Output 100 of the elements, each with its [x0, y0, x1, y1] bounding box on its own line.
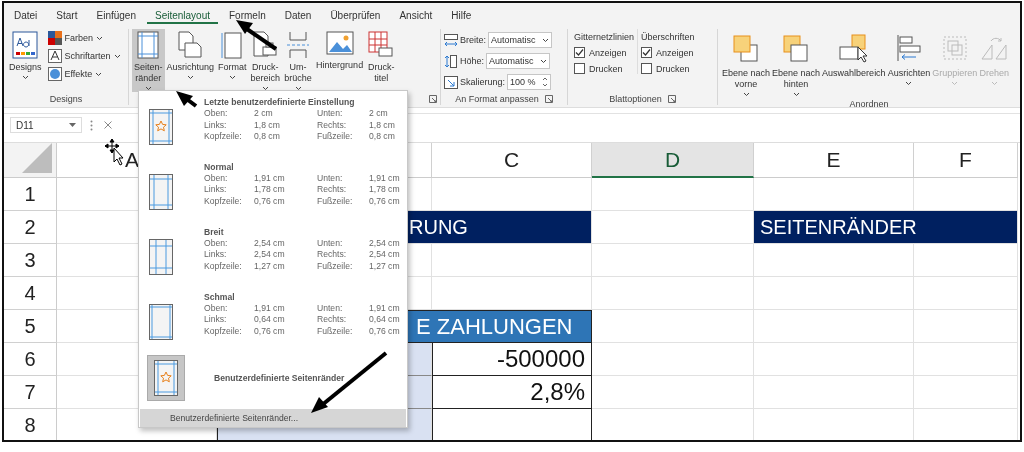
ribbon-tab[interactable]: Daten: [276, 7, 320, 23]
checkbox-label: Anzeigen: [589, 47, 627, 58]
field-label: Höhe:: [460, 56, 485, 66]
dialog-launcher-icon[interactable]: [429, 94, 437, 103]
custom-margins-menu-item[interactable]: Benutzerdefinierte Seitenränder...: [140, 409, 406, 427]
width-icon: [444, 33, 458, 47]
field-label: Breite:: [460, 35, 486, 45]
theme-option-button[interactable]: Effekte: [47, 67, 121, 81]
preset-value: 0,8 cm: [254, 131, 281, 143]
column-header[interactable]: D: [592, 143, 754, 178]
preset-value: Fußzeile:: [317, 325, 354, 338]
ribbon-button[interactable]: Format: [216, 29, 249, 81]
ribbon-button[interactable]: Druck- titel: [365, 29, 398, 85]
preset-value: Rechts:: [317, 119, 348, 131]
page-margins-icon: [149, 173, 173, 210]
name-box[interactable]: D11: [10, 117, 82, 133]
dialog-launcher-icon[interactable]: [544, 94, 553, 103]
pointer-arrow: [176, 91, 198, 108]
spin-field[interactable]: 100 %: [507, 74, 551, 90]
checkbox[interactable]: [574, 63, 585, 74]
preset-value: Links:: [204, 119, 228, 131]
picture-icon: [325, 31, 354, 57]
ribbon-button[interactable]: Ausrichten: [886, 31, 932, 88]
ribbon-button[interactable]: Hintergrund: [314, 29, 366, 72]
page-margins-icon: [137, 31, 160, 59]
bring-forward-icon: [731, 33, 761, 63]
column-title: Gitternetzlinien: [574, 32, 635, 42]
dialog-launcher-icon[interactable]: [667, 94, 676, 103]
preset-value: 0,76 cm: [254, 325, 286, 338]
page-margins-icon: [149, 303, 173, 340]
ribbon-button[interactable]: Seiten- ränder: [132, 29, 165, 92]
preset-title: Letzte benutzerdefinierte Einstellung: [204, 96, 356, 108]
checkbox-label: Drucken: [656, 63, 690, 74]
ribbon-tab[interactable]: Formeln: [221, 7, 274, 23]
margin-preset-item[interactable]: Letzte benutzerdefinierte Einstellung Oben: 2 cm Unten: 2 cm Links: 1,8 cm Rechts: 1,8 cm Kopfzeile: 0,8 cm Fußzeile: 0,8 cm: [139, 96, 407, 161]
preset-value: Kopfzeile:: [204, 260, 243, 273]
custom-margins-item[interactable]: Benutzerdefinierte Seitenränder: [139, 353, 407, 403]
column-header[interactable]: E: [754, 143, 914, 178]
row-header[interactable]: 5: [4, 310, 57, 343]
checkbox-label: Anzeigen: [656, 47, 694, 58]
dropdown-field[interactable]: Automatisc: [486, 53, 551, 69]
ribbon-tab[interactable]: Ansicht: [391, 7, 441, 23]
preset-value: 1,27 cm: [254, 260, 286, 273]
preset-value: 2 cm: [254, 108, 274, 120]
preset-value: 0,76 cm: [369, 195, 400, 208]
printer-page-icon: [252, 31, 279, 59]
page-margins-icon: [149, 109, 173, 145]
preset-value: 0,64 cm: [369, 314, 400, 326]
ribbon-tab[interactable]: Seitenlayout: [146, 6, 218, 24]
color-squares-icon: [47, 31, 62, 45]
preset-value: Kopfzeile:: [204, 131, 243, 143]
ribbon-tab[interactable]: Einfügen: [88, 7, 144, 23]
preset-value: 2,54 cm: [254, 249, 286, 261]
column-header[interactable]: F: [914, 143, 1018, 178]
caret-icon: [542, 37, 549, 43]
field-label: Skalierung:: [460, 77, 506, 87]
ribbon-tab[interactable]: Datei: [6, 7, 46, 23]
checkbox[interactable]: [574, 47, 585, 58]
preset-value: Links:: [204, 184, 228, 196]
row-header[interactable]: 6: [4, 343, 57, 376]
themes-icon: [12, 31, 39, 59]
preset-value: 1,91 cm: [254, 172, 286, 185]
group-label: Anordnen: [848, 99, 890, 109]
spinner-arrows-icon[interactable]: [541, 76, 548, 88]
row-header[interactable]: 1: [4, 178, 57, 211]
close-icon: [104, 121, 112, 129]
dropdown-field[interactable]: Automatisc: [488, 32, 552, 48]
preset-value: 0,8 cm: [369, 131, 395, 143]
ribbon-button[interactable]: Auswahlbereich: [821, 31, 887, 81]
caret-icon: [540, 58, 548, 64]
group-label: Blattoptionen: [609, 93, 662, 104]
ribbon-button[interactable]: Ebene nach vorne: [721, 31, 772, 99]
checkbox[interactable]: [641, 63, 653, 74]
theme-option-button[interactable]: Schriftarten: [47, 49, 121, 63]
row-header[interactable]: 4: [4, 277, 57, 310]
ribbon-tab[interactable]: Start: [48, 7, 86, 23]
row-header[interactable]: 3: [4, 244, 57, 277]
preset-value: Oben:: [204, 172, 229, 185]
preset-value: 0,76 cm: [254, 195, 286, 208]
designs-button[interactable]: Designs: [7, 29, 44, 81]
ribbon-tab[interactable]: Hilfe: [443, 7, 480, 23]
theme-option-button[interactable]: Farben: [47, 31, 121, 45]
selection-pane-icon: [837, 33, 870, 63]
preset-title: Normal: [204, 160, 235, 173]
ribbon-button[interactable]: Druck- bereich: [248, 29, 283, 92]
preset-value: Rechts:: [317, 184, 348, 196]
ribbon-button[interactable]: Ebene nach hinten: [771, 31, 822, 99]
table-cell: SEITENRÄNDER: [754, 211, 1018, 244]
ribbon-button[interactable]: Um- brüche: [282, 29, 315, 92]
effects-icon: [47, 67, 62, 81]
checkbox[interactable]: [641, 47, 653, 58]
group-label: Designs: [48, 92, 84, 105]
preset-value: Fußzeile:: [317, 131, 354, 143]
column-header[interactable]: C: [432, 143, 592, 178]
grip-icon: [90, 119, 93, 131]
ribbon-tab[interactable]: Überprüfen: [322, 7, 389, 23]
preset-value: 1,8 cm: [254, 119, 281, 131]
ribbon-button[interactable]: Ausrichtung: [164, 29, 217, 81]
row-header[interactable]: 7: [4, 376, 57, 409]
row-header[interactable]: 2: [4, 211, 57, 244]
